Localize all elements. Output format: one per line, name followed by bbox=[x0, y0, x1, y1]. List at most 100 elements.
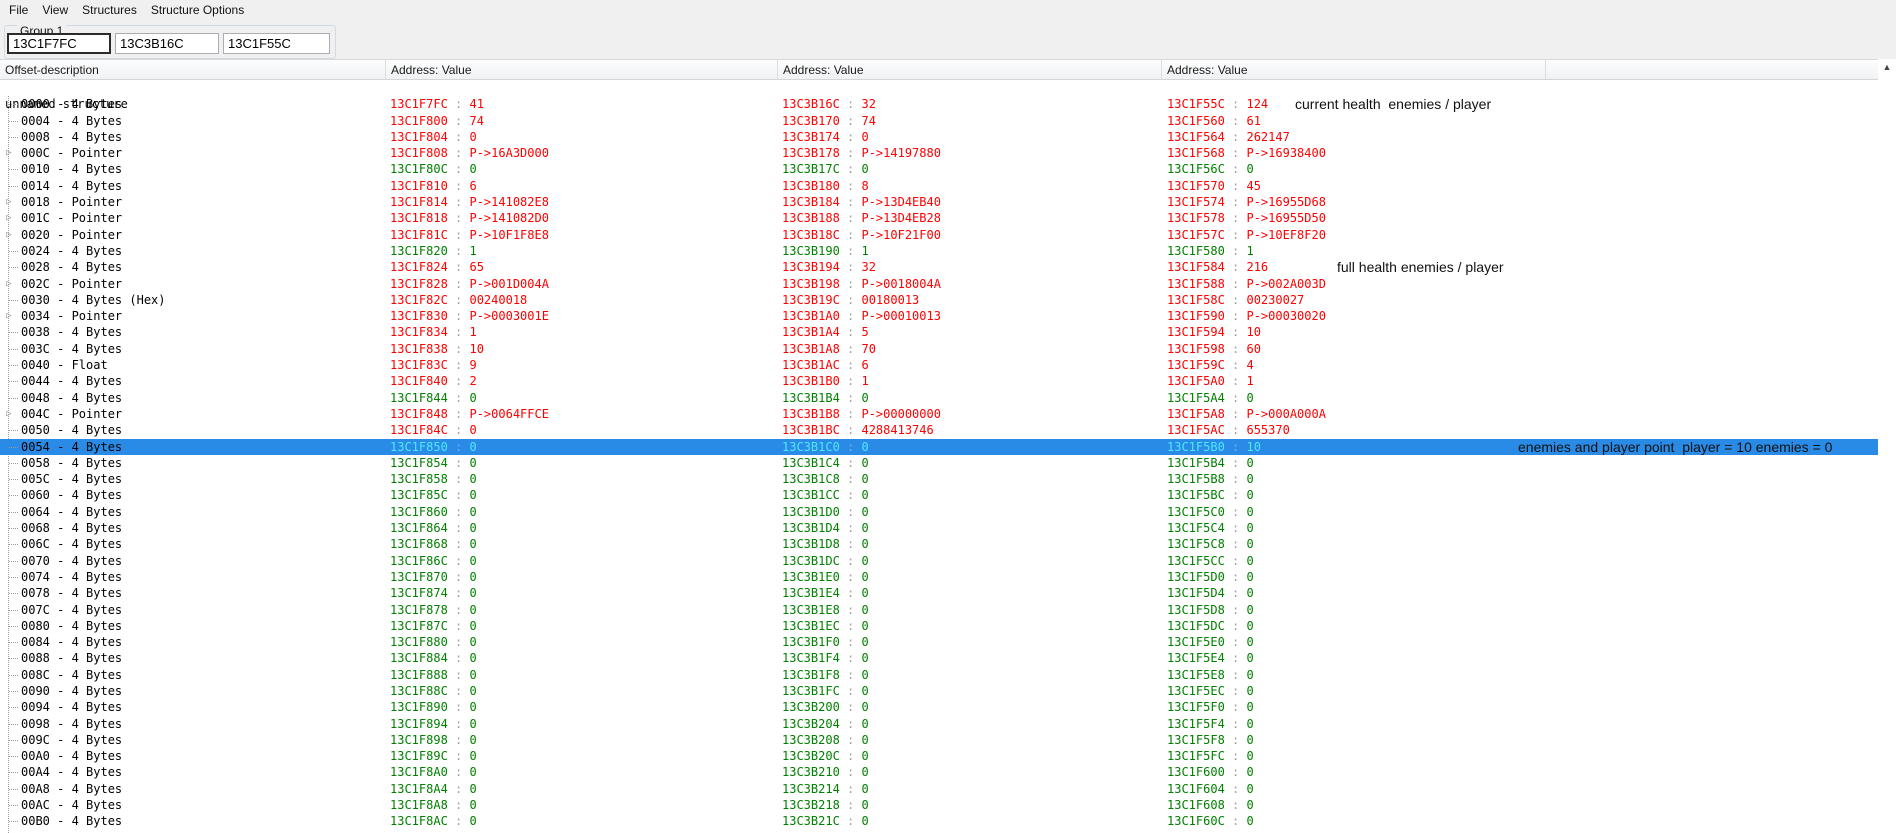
table-row[interactable]: 00B4 - 4 Bytes13C1F8B0 : 013C3B220 : 013… bbox=[0, 830, 1878, 833]
offset-label: 0008 - 4 Bytes bbox=[21, 129, 122, 145]
tree-expand-icon[interactable]: ▷ bbox=[2, 210, 16, 226]
table-row-root[interactable]: unnamed structure bbox=[0, 80, 1878, 96]
menu-item-file[interactable]: File bbox=[2, 1, 35, 19]
offset-label: 0094 - 4 Bytes bbox=[21, 699, 122, 715]
table-row[interactable]: 009C - 4 Bytes13C1F898 : 013C3B208 : 013… bbox=[0, 732, 1878, 748]
address-value-cell: 13C1F84C : 0 bbox=[390, 422, 477, 438]
tree-branch-line bbox=[9, 691, 18, 692]
tree-expand-icon[interactable]: ▷ bbox=[2, 276, 16, 292]
table-row[interactable]: 0014 - 4 Bytes13C1F810 : 613C3B180 : 813… bbox=[0, 178, 1878, 194]
table-row[interactable]: ▷0034 - Pointer13C1F830 : P->0003001E13C… bbox=[0, 308, 1878, 324]
table-row[interactable]: 0098 - 4 Bytes13C1F894 : 013C3B204 : 013… bbox=[0, 716, 1878, 732]
tree-branch-line bbox=[9, 528, 18, 529]
table-row[interactable]: 00A4 - 4 Bytes13C1F8A0 : 013C3B210 : 013… bbox=[0, 764, 1878, 780]
table-row[interactable]: 007C - 4 Bytes13C1F878 : 013C3B1E8 : 013… bbox=[0, 602, 1878, 618]
table-row[interactable]: 0088 - 4 Bytes13C1F884 : 013C3B1F4 : 013… bbox=[0, 650, 1878, 666]
table-row[interactable]: 0038 - 4 Bytes13C1F834 : 113C3B1A4 : 513… bbox=[0, 324, 1878, 340]
table-row[interactable]: 0060 - 4 Bytes13C1F85C : 013C3B1CC : 013… bbox=[0, 487, 1878, 503]
offset-label: 0084 - 4 Bytes bbox=[21, 634, 122, 650]
vertical-scrollbar[interactable]: ▲ bbox=[1878, 59, 1896, 833]
table-row[interactable]: 0094 - 4 Bytes13C1F890 : 013C3B200 : 013… bbox=[0, 699, 1878, 715]
address-value-cell: 13C1F5FC : 0 bbox=[1167, 748, 1254, 764]
offset-label: 007C - 4 Bytes bbox=[21, 602, 122, 618]
header-address-value-2[interactable]: Address: Value bbox=[778, 60, 1162, 79]
table-row[interactable]: ▷0020 - Pointer13C1F81C : P->10F1F8E813C… bbox=[0, 227, 1878, 243]
tree-expand-icon[interactable]: ▷ bbox=[2, 308, 16, 324]
tree-branch-line bbox=[9, 544, 18, 545]
tree-branch-line bbox=[9, 332, 18, 333]
tree-branch-line bbox=[9, 512, 18, 513]
address-value-cell: 13C1F580 : 1 bbox=[1167, 243, 1254, 259]
address-value-cell: 13C1F858 : 0 bbox=[390, 471, 477, 487]
tree-branch-line bbox=[9, 447, 18, 448]
table-row[interactable]: 0044 - 4 Bytes13C1F840 : 213C3B1B0 : 113… bbox=[0, 373, 1878, 389]
address-value-cell: 13C3B208 : 0 bbox=[782, 732, 869, 748]
table-row[interactable]: 0050 - 4 Bytes13C1F84C : 013C3B1BC : 428… bbox=[0, 422, 1878, 438]
address-value-cell: 13C1F838 : 10 bbox=[390, 341, 484, 357]
tree-expand-icon[interactable]: ▷ bbox=[2, 145, 16, 161]
row-annotation: enemies and player point player = 10 ene… bbox=[1518, 439, 1832, 455]
table-row[interactable]: 0068 - 4 Bytes13C1F864 : 013C3B1D4 : 013… bbox=[0, 520, 1878, 536]
menu-item-structures[interactable]: Structures bbox=[75, 1, 144, 19]
address-value-cell: 13C1F5C8 : 0 bbox=[1167, 536, 1254, 552]
offset-label: 0090 - 4 Bytes bbox=[21, 683, 122, 699]
table-row[interactable]: 0000 - 4 Bytes13C1F7FC : 4113C3B16C : 32… bbox=[0, 96, 1878, 112]
address-value-cell: 13C3B16C : 32 bbox=[782, 96, 876, 112]
scrollbar-up-arrow-icon[interactable]: ▲ bbox=[1878, 62, 1896, 72]
table-row[interactable]: 0030 - 4 Bytes (Hex)13C1F82C : 002400181… bbox=[0, 292, 1878, 308]
table-row[interactable]: 0024 - 4 Bytes13C1F820 : 113C3B190 : 113… bbox=[0, 243, 1878, 259]
table-row[interactable]: 00B0 - 4 Bytes13C1F8AC : 013C3B21C : 013… bbox=[0, 813, 1878, 829]
offset-label: 0064 - 4 Bytes bbox=[21, 504, 122, 520]
tree-expand-icon[interactable]: ▷ bbox=[2, 194, 16, 210]
table-row[interactable]: ▷0018 - Pointer13C1F814 : P->141082E813C… bbox=[0, 194, 1878, 210]
table-row[interactable]: 003C - 4 Bytes13C1F838 : 1013C3B1A8 : 70… bbox=[0, 341, 1878, 357]
table-row[interactable]: 0010 - 4 Bytes13C1F80C : 013C3B17C : 013… bbox=[0, 161, 1878, 177]
table-row[interactable]: ▷002C - Pointer13C1F828 : P->001D004A13C… bbox=[0, 276, 1878, 292]
table-row[interactable]: 0028 - 4 Bytes13C1F824 : 6513C3B194 : 32… bbox=[0, 259, 1878, 275]
address-value-cell: 13C3B20C : 0 bbox=[782, 748, 869, 764]
tree-expand-icon[interactable]: ▷ bbox=[2, 227, 16, 243]
menu-item-view[interactable]: View bbox=[35, 1, 75, 19]
table-row[interactable]: 00AC - 4 Bytes13C1F8A8 : 013C3B218 : 013… bbox=[0, 797, 1878, 813]
table-row[interactable]: 0008 - 4 Bytes13C1F804 : 013C3B174 : 013… bbox=[0, 129, 1878, 145]
address-value-cell: 13C1F594 : 10 bbox=[1167, 324, 1261, 340]
address-value-cell: 13C3B1E8 : 0 bbox=[782, 602, 869, 618]
table-row[interactable]: ▷000C - Pointer13C1F808 : P->16A3D00013C… bbox=[0, 145, 1878, 161]
address-value-cell: 13C3B180 : 8 bbox=[782, 178, 869, 194]
address-input-2[interactable] bbox=[115, 33, 219, 54]
header-address-value-1[interactable]: Address: Value bbox=[386, 60, 778, 79]
address-value-cell: 13C3B1AC : 6 bbox=[782, 357, 869, 373]
table-row[interactable]: 0004 - 4 Bytes13C1F800 : 7413C3B170 : 74… bbox=[0, 113, 1878, 129]
address-value-cell: 13C1F5E0 : 0 bbox=[1167, 634, 1254, 650]
table-row[interactable]: 0080 - 4 Bytes13C1F87C : 013C3B1EC : 013… bbox=[0, 618, 1878, 634]
table-row[interactable]: 00A0 - 4 Bytes13C1F89C : 013C3B20C : 013… bbox=[0, 748, 1878, 764]
table-row[interactable]: 00A8 - 4 Bytes13C1F8A4 : 013C3B214 : 013… bbox=[0, 781, 1878, 797]
offset-label: 002C - Pointer bbox=[21, 276, 122, 292]
table-row[interactable]: 0090 - 4 Bytes13C1F88C : 013C3B1FC : 013… bbox=[0, 683, 1878, 699]
table-row[interactable]: 0084 - 4 Bytes13C1F880 : 013C3B1F0 : 013… bbox=[0, 634, 1878, 650]
table-row[interactable]: 005C - 4 Bytes13C1F858 : 013C3B1C8 : 013… bbox=[0, 471, 1878, 487]
address-value-cell: 13C1F5D4 : 0 bbox=[1167, 585, 1254, 601]
offset-label: 008C - 4 Bytes bbox=[21, 667, 122, 683]
table-row[interactable]: 0070 - 4 Bytes13C1F86C : 013C3B1DC : 013… bbox=[0, 553, 1878, 569]
header-offset-description[interactable]: Offset-description bbox=[0, 60, 386, 79]
table-row[interactable]: 0048 - 4 Bytes13C1F844 : 013C3B1B4 : 013… bbox=[0, 390, 1878, 406]
table-row[interactable]: 0074 - 4 Bytes13C1F870 : 013C3B1E0 : 013… bbox=[0, 569, 1878, 585]
table-row[interactable]: 008C - 4 Bytes13C1F888 : 013C3B1F8 : 013… bbox=[0, 667, 1878, 683]
offset-label: 00B4 - 4 Bytes bbox=[21, 830, 122, 833]
table-row[interactable]: 0058 - 4 Bytes13C1F854 : 013C3B1C4 : 013… bbox=[0, 455, 1878, 471]
table-row[interactable]: 006C - 4 Bytes13C1F868 : 013C3B1D8 : 013… bbox=[0, 536, 1878, 552]
table-row[interactable]: ▷004C - Pointer13C1F848 : P->0064FFCE13C… bbox=[0, 406, 1878, 422]
tree-expand-icon[interactable]: ▷ bbox=[2, 406, 16, 422]
table-row[interactable]: 0064 - 4 Bytes13C1F860 : 013C3B1D0 : 013… bbox=[0, 504, 1878, 520]
address-input-3[interactable] bbox=[223, 33, 330, 54]
header-address-value-3[interactable]: Address: Value bbox=[1162, 60, 1546, 79]
table-row[interactable]: ▷001C - Pointer13C1F818 : P->141082D013C… bbox=[0, 210, 1878, 226]
table-row[interactable]: 0054 - 4 Bytes13C1F850 : 013C3B1C0 : 013… bbox=[0, 439, 1878, 455]
menu-item-structure-options[interactable]: Structure Options bbox=[144, 1, 251, 19]
address-input-1[interactable] bbox=[7, 33, 111, 54]
address-value-cell: 13C1F8A4 : 0 bbox=[390, 781, 477, 797]
tree-branch-line bbox=[9, 707, 18, 708]
table-row[interactable]: 0078 - 4 Bytes13C1F874 : 013C3B1E4 : 013… bbox=[0, 585, 1878, 601]
table-row[interactable]: 0040 - Float13C1F83C : 913C3B1AC : 613C1… bbox=[0, 357, 1878, 373]
